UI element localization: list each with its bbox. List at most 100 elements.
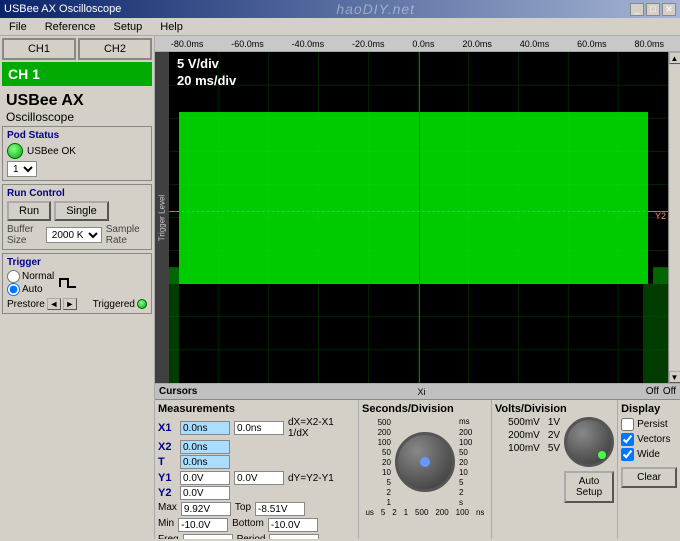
vectors-option[interactable]: Vectors bbox=[621, 433, 677, 446]
max-value: 9.92V bbox=[181, 502, 231, 516]
wide-option[interactable]: Wide bbox=[621, 448, 677, 461]
stats-row-2: Min -10.0V Bottom -10.0V bbox=[158, 518, 355, 532]
min-value: -10.0V bbox=[178, 518, 228, 532]
brand-model: Oscilloscope bbox=[6, 110, 148, 124]
secdiv-knob[interactable] bbox=[395, 432, 455, 492]
auto-setup-button[interactable]: Auto Setup bbox=[564, 471, 614, 503]
y2-label: Y2 bbox=[655, 211, 666, 221]
menu-reference[interactable]: Reference bbox=[40, 20, 101, 34]
pod-ok-text: USBee OK bbox=[27, 146, 76, 157]
y1-row: Y1 0.0V 0.0V dY=Y2-Y1 bbox=[158, 471, 355, 485]
persist-checkbox[interactable] bbox=[621, 418, 634, 431]
bottom-value: -10.0V bbox=[268, 518, 318, 532]
time-label-4: 0.0ns bbox=[412, 39, 434, 49]
secdiv-right-labels: ms 200 100 50 20 10 5 2 s bbox=[459, 417, 472, 507]
time-label-5: 20.0ms bbox=[462, 39, 492, 49]
prestore-left-button[interactable]: ◄ bbox=[47, 298, 61, 310]
buffer-size-select[interactable]: 2000 K bbox=[46, 227, 102, 243]
voltdiv-row-1: 200mV 2V bbox=[495, 430, 560, 441]
voltdiv-1v: 1V bbox=[548, 417, 560, 428]
persist-label: Persist bbox=[637, 419, 668, 430]
dx-label: dX=X2-X1 bbox=[288, 417, 334, 428]
y2-meas-label: Y2 bbox=[158, 487, 180, 499]
menu-help[interactable]: Help bbox=[155, 20, 188, 34]
single-button[interactable]: Single bbox=[54, 201, 109, 221]
secdiv-knob-area: 500 200 100 50 20 10 5 2 1 bbox=[378, 417, 473, 507]
scroll-up-button[interactable]: ▲ bbox=[669, 52, 680, 64]
display-title: Display bbox=[621, 403, 677, 415]
trigger-normal-option[interactable]: Normal bbox=[7, 270, 54, 283]
window-controls: _ □ ✕ bbox=[630, 3, 676, 16]
voltdiv-options: 500mV 1V 200mV 2V 100mV 5V bbox=[495, 417, 560, 503]
scope-with-scroll: Trigger Level bbox=[155, 52, 680, 383]
time-axis: -80.0ms -60.0ms -40.0ms -20.0ms 0.0ns 20… bbox=[155, 36, 680, 52]
active-channel-label: CH 1 bbox=[8, 66, 146, 82]
time-label-7: 60.0ms bbox=[577, 39, 607, 49]
volts-division-panel: Volts/Division 500mV 1V 200mV 2V 100mV bbox=[492, 400, 618, 539]
run-buttons: Run Single bbox=[7, 201, 147, 221]
time-label-3: -20.0ms bbox=[352, 39, 385, 49]
dx-label2: 1/dX bbox=[288, 428, 334, 439]
xi-label: Xi bbox=[418, 387, 426, 397]
y2-row: Y2 0.0V bbox=[158, 486, 355, 500]
scope-info-overlay: 5 V/div 20 ms/div bbox=[177, 56, 236, 90]
clear-button[interactable]: Clear bbox=[621, 467, 677, 488]
run-control-label: Run Control bbox=[7, 188, 147, 199]
persist-option[interactable]: Persist bbox=[621, 418, 677, 431]
x2-label: X2 bbox=[158, 441, 180, 453]
dy-col: dY=Y2-Y1 bbox=[284, 473, 338, 484]
period-label: Period bbox=[237, 534, 266, 539]
voltdiv-row-2: 100mV 5V bbox=[495, 443, 560, 454]
cursor-line-vertical bbox=[419, 52, 420, 383]
pod-status-label: Pod Status bbox=[7, 130, 147, 141]
voltdiv-knob[interactable] bbox=[564, 417, 614, 467]
wide-checkbox[interactable] bbox=[621, 448, 634, 461]
prestore-right-button[interactable]: ► bbox=[63, 298, 77, 310]
watermark: haoDIY.net bbox=[336, 1, 415, 17]
run-button[interactable]: Run bbox=[7, 201, 51, 221]
main-container: CH1 CH2 CH 1 USBee AX Oscilloscope Pod S… bbox=[0, 36, 680, 539]
ch2-tab[interactable]: CH2 bbox=[78, 38, 152, 60]
trigger-bottom-row: Prestore ◄ ► Triggered bbox=[7, 298, 147, 310]
vectors-checkbox[interactable] bbox=[621, 433, 634, 446]
menu-setup[interactable]: Setup bbox=[109, 20, 148, 34]
y2-value: 0.0V bbox=[180, 486, 230, 500]
menu-file[interactable]: File bbox=[4, 20, 32, 34]
secdiv-unit-s: s bbox=[459, 498, 472, 507]
brand-section: USBee AX Oscilloscope bbox=[2, 90, 152, 126]
secdiv-bottom-labels: us 5 2 1 500 200 100 ns bbox=[362, 508, 488, 517]
close-button[interactable]: ✕ bbox=[662, 3, 676, 16]
x2-row: X2 0.0ns bbox=[158, 440, 355, 454]
trigger-label: Trigger bbox=[7, 257, 147, 268]
x2-value: 0.0ns bbox=[180, 440, 230, 454]
ch1-tab[interactable]: CH1 bbox=[2, 38, 76, 60]
voltdiv-5v: 5V bbox=[548, 443, 560, 454]
time-label-1: -60.0ms bbox=[231, 39, 264, 49]
scroll-down-button[interactable]: ▼ bbox=[669, 371, 680, 383]
pod-channel-select[interactable]: 1 bbox=[7, 161, 37, 177]
wide-label: Wide bbox=[637, 449, 660, 460]
voltdiv-100mv: 100mV bbox=[495, 443, 540, 454]
trigger-auto-option[interactable]: Auto bbox=[7, 283, 54, 296]
title-bar: USBee AX Oscilloscope haoDIY.net _ □ ✕ bbox=[0, 0, 680, 18]
pod-status-section: Pod Status USBee OK 1 bbox=[2, 126, 152, 181]
pod-row: USBee OK bbox=[7, 143, 147, 159]
y1-label: Y1 bbox=[158, 472, 180, 484]
trigger-svg-icon bbox=[58, 275, 78, 291]
y1-input: 0.0V bbox=[234, 471, 284, 485]
minimize-button[interactable]: _ bbox=[630, 3, 644, 16]
secdiv-knob-dot bbox=[420, 457, 430, 467]
trigger-section: Trigger Normal Auto bbox=[2, 253, 152, 314]
time-label-2: -40.0ms bbox=[292, 39, 325, 49]
t-row: T 0.0ns bbox=[158, 455, 355, 469]
y1-value: 0.0V bbox=[180, 471, 230, 485]
time-axis-labels: -80.0ms -60.0ms -40.0ms -20.0ms 0.0ns 20… bbox=[157, 39, 678, 49]
voltdiv-200mv: 200mV bbox=[495, 430, 540, 441]
trigger-level-strip: Trigger Level bbox=[155, 52, 169, 383]
scroll-track[interactable] bbox=[670, 65, 680, 370]
cursor-bar-right: Off Off bbox=[646, 386, 676, 397]
x1-row: X1 0.0ns 0.0ns dX=X2-X1 1/dX bbox=[158, 417, 355, 439]
max-label: Max bbox=[158, 502, 177, 516]
t-value: 0.0ns bbox=[180, 455, 230, 469]
maximize-button[interactable]: □ bbox=[646, 3, 660, 16]
